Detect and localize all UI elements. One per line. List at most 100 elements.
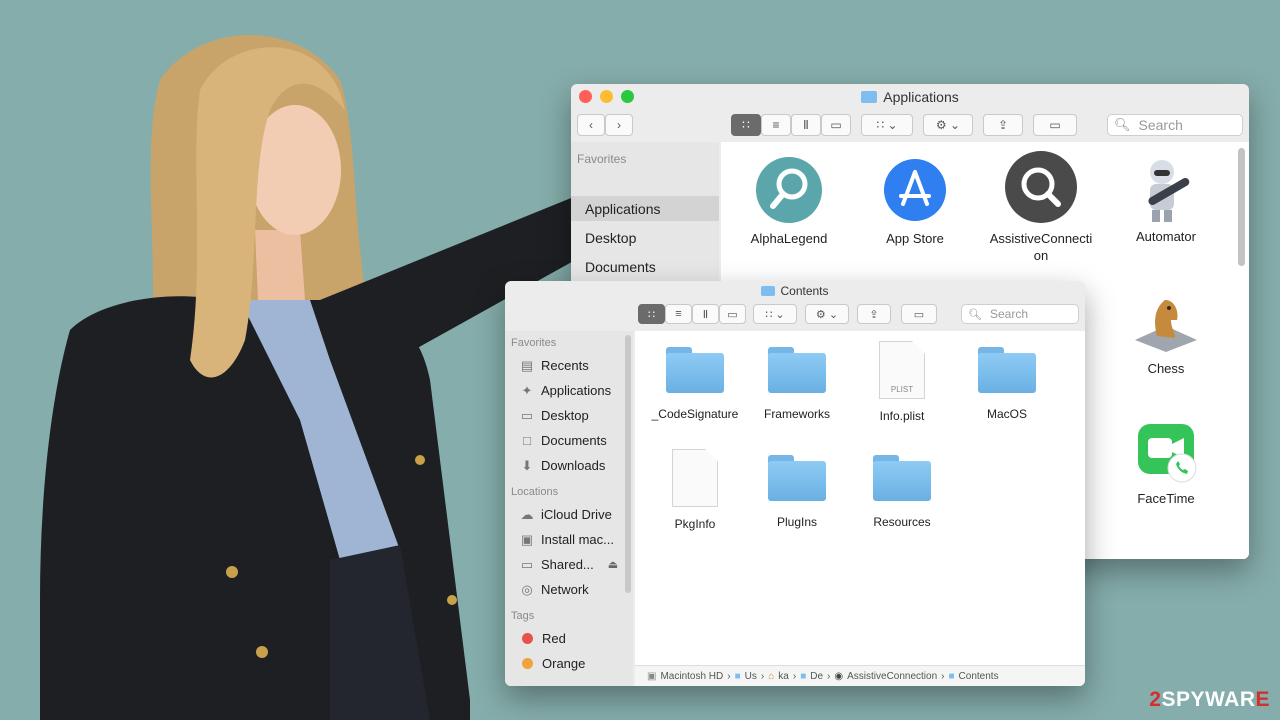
icon-view-button[interactable]: ∷ (731, 114, 761, 136)
group-button[interactable]: ∷ ⌄ (861, 114, 913, 136)
sidebar-item-desktop[interactable]: Desktop (571, 225, 719, 250)
sidebar-item-icloud-drive[interactable]: ☁ iCloud Drive (505, 502, 633, 527)
search-field[interactable]: 🔍︎ (1107, 114, 1243, 136)
minimize-button[interactable] (600, 90, 613, 103)
back-button[interactable]: ‹ (577, 114, 605, 136)
facetime-icon (1138, 424, 1197, 483)
folder-icon (768, 455, 826, 501)
sidebar-item-documents[interactable]: □ Documents (505, 428, 633, 453)
chevron-right-icon: › (727, 670, 731, 682)
recents-icon: ▤ (520, 357, 534, 373)
share-button[interactable]: ⇪ (857, 304, 891, 324)
eject-icon[interactable]: ⏏ (608, 558, 618, 571)
group-button[interactable]: ∷ ⌄ (753, 304, 797, 324)
tag-button[interactable]: ▭ (1033, 114, 1077, 136)
zoom-button[interactable] (621, 90, 634, 103)
folder-resources[interactable]: Resources (842, 455, 962, 529)
sidebar-item-install-mac[interactable]: ▣ Install mac... (505, 527, 633, 552)
plist-document-icon: PLIST (879, 341, 925, 399)
sidebar-item-applications[interactable]: ✦ Applications (505, 378, 633, 403)
path-item[interactable]: Macintosh HD (660, 671, 723, 682)
sidebar-item-downloads[interactable]: ⬇ Downloads (505, 453, 633, 478)
search-input[interactable] (987, 306, 1078, 322)
item-label: Resources (873, 515, 931, 529)
sidebar-item-shared[interactable]: ▭ Shared... ⏏ (505, 552, 633, 577)
chess-knight-icon (1135, 300, 1197, 352)
sidebar-item-applications[interactable]: Applications (571, 196, 719, 221)
chevron-right-icon: › (792, 670, 797, 682)
action-gear-button[interactable]: ⚙ ⌄ (923, 114, 973, 136)
search-field[interactable]: 🔍︎ (961, 304, 1079, 324)
home-icon: ⌂ (768, 670, 775, 682)
path-item[interactable]: ka (778, 671, 789, 682)
sidebar-item-recents[interactable]: ▤ Recents (505, 353, 633, 378)
automator-robot-icon (1148, 160, 1190, 222)
list-view-button[interactable]: ≡ (665, 304, 692, 324)
gallery-view-button[interactable]: ▭ (821, 114, 851, 136)
path-item[interactable]: Contents (959, 671, 999, 682)
app-label: FaceTime (1137, 491, 1195, 506)
path-item[interactable]: De (810, 671, 823, 682)
list-view-button[interactable]: ≡ (761, 114, 791, 136)
sidebar-tag-red[interactable]: Red (505, 626, 633, 651)
app-label: AlphaLegend (750, 231, 828, 246)
app-store-icon (884, 159, 946, 221)
sidebar-scrollbar[interactable] (625, 335, 631, 593)
folder-icon (768, 347, 826, 393)
app-app-store[interactable]: App Store (855, 156, 975, 246)
applications-icon: ✦ (521, 382, 533, 398)
folder-icon: ■ (948, 670, 955, 682)
gallery-view-button[interactable]: ▭ (719, 304, 746, 324)
sidebar-item-desktop[interactable]: ▭ Desktop (505, 403, 633, 428)
display-icon: ▭ (520, 556, 534, 572)
sidebar-item-network[interactable]: ◎ Network (505, 577, 633, 602)
tag-button[interactable]: ▭ (901, 304, 937, 324)
app-alphalegend[interactable]: AlphaLegend (729, 156, 849, 246)
folder-frameworks[interactable]: Frameworks (737, 347, 857, 421)
app-automator[interactable]: Automator (1106, 154, 1226, 244)
app-assistiveconnection[interactable]: AssistiveConnecti on (981, 150, 1101, 263)
folder-icon (761, 286, 776, 296)
gear-icon: ⚙ ⌄ (935, 118, 961, 132)
path-item[interactable]: Us (745, 671, 757, 682)
close-button[interactable] (579, 90, 592, 103)
window-title: Applications (883, 89, 959, 105)
app-label: App Store (886, 231, 944, 246)
orange-tag-dot-icon (522, 658, 533, 669)
sidebar-section-favorites: Favorites (511, 337, 557, 349)
search-input[interactable] (1136, 116, 1242, 134)
chevron-right-icon: › (941, 670, 945, 682)
toolbar: ‹ › ∷ ≡ Ⅱ ▭ ∷ ⌄ ⚙ ⌄ ⇪ ▭ 🔍︎ (571, 110, 1249, 142)
share-button[interactable]: ⇪ (983, 114, 1023, 136)
column-view-button[interactable]: Ⅱ (692, 304, 719, 324)
titlebar: Applications (571, 84, 1249, 110)
window-title: Contents (780, 284, 829, 298)
chevron-right-icon: › (827, 670, 831, 682)
file-info-plist[interactable]: PLIST Info.plist (842, 341, 962, 423)
app-facetime[interactable]: FaceTime (1106, 418, 1226, 506)
sidebar-section-locations: Locations (511, 486, 559, 498)
app-label-wrap: on (1033, 248, 1049, 263)
sidebar-tag-orange[interactable]: Orange (505, 651, 633, 676)
sidebar-item-documents[interactable]: Documents (571, 254, 719, 279)
action-gear-button[interactable]: ⚙ ⌄ (805, 304, 849, 324)
folder-icon: ■ (800, 670, 807, 682)
titlebar: Contents (505, 281, 1085, 301)
folder-icon (873, 455, 931, 501)
column-view-button[interactable]: Ⅱ (791, 114, 821, 136)
folder-plugins[interactable]: PlugIns (737, 455, 857, 529)
item-label: PlugIns (776, 515, 818, 529)
path-item[interactable]: AssistiveConnection (847, 671, 937, 682)
scrollbar[interactable] (1238, 148, 1245, 266)
documents-icon: □ (523, 433, 531, 448)
sidebar: Favorites ▤ Recents ✦ Applications ▭ Deskto… (505, 331, 633, 686)
contents-grid: _CodeSignature Frameworks PLIST Info.pli… (635, 331, 1085, 686)
item-label: MacOS (986, 407, 1027, 421)
forward-button[interactable]: › (605, 114, 633, 136)
folder-macos[interactable]: MacOS (947, 347, 1067, 421)
2spyware-watermark: 2SPYWARE (1149, 688, 1270, 711)
downloads-icon: ⬇ (521, 457, 533, 473)
contents-window: Contents ∷ ≡ Ⅱ ▭ ∷ ⌄ ⚙ ⌄ ⇪ ▭ 🔍︎ Favorite… (505, 281, 1085, 686)
icon-view-button[interactable]: ∷ (638, 304, 665, 324)
app-chess[interactable]: Chess (1106, 290, 1226, 376)
